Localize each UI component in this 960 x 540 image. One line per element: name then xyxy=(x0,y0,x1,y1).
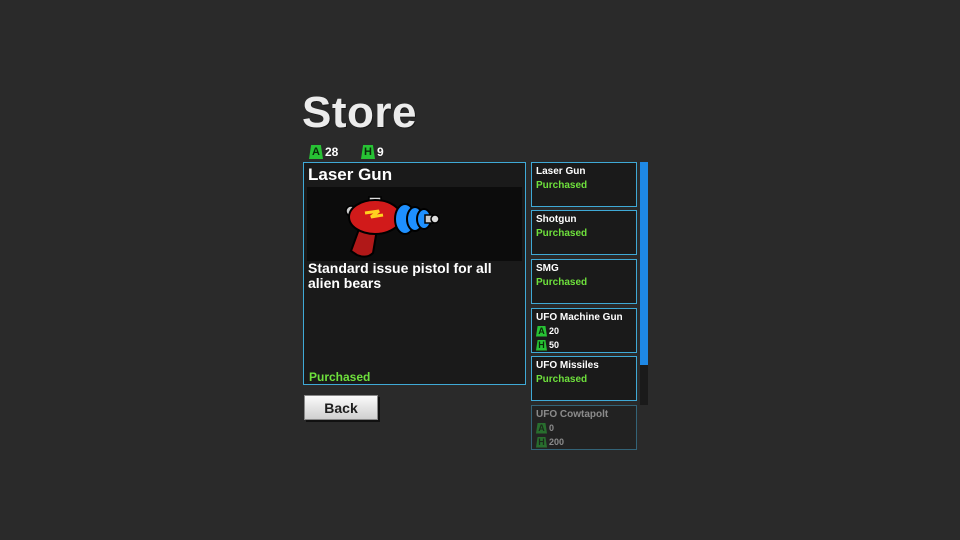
detail-status: Purchased xyxy=(309,370,371,384)
item-price-a: A 20 xyxy=(536,324,632,338)
price-a-value: 20 xyxy=(549,325,560,336)
detail-item-name: Laser Gun xyxy=(308,165,393,184)
item-status: Purchased xyxy=(536,228,588,239)
item-name: UFO Missiles xyxy=(536,360,599,371)
list-scrollbar[interactable] xyxy=(640,162,648,405)
a-currency-counter: A 28 xyxy=(309,145,338,159)
store-item-ufo-cowtapolt[interactable]: UFO Cowtapolt A 0 H 200 xyxy=(531,405,637,450)
item-name: Laser Gun xyxy=(536,166,586,177)
detail-description: Standard issue pistol for all alien bear… xyxy=(308,260,492,291)
price-a-value: 0 xyxy=(549,422,555,433)
store-item-ufo-machine-gun[interactable]: UFO Machine Gun A 20 H 50 xyxy=(531,308,637,353)
laser-gun-icon xyxy=(345,196,440,258)
h-currency-value: 9 xyxy=(377,145,384,159)
item-price-h: H 50 xyxy=(536,338,632,352)
price-h-value: 50 xyxy=(549,339,560,350)
a-currency-icon: A xyxy=(536,325,547,337)
item-name: SMG xyxy=(536,263,559,274)
h-currency-icon: H xyxy=(361,145,375,159)
store-item-shotgun[interactable]: Shotgun Purchased xyxy=(531,210,637,255)
scrollbar-thumb[interactable] xyxy=(640,162,648,365)
price-h-value: 200 xyxy=(549,436,565,447)
h-currency-counter: H 9 xyxy=(361,145,384,159)
item-name: Shotgun xyxy=(536,214,577,225)
page-title: Store xyxy=(302,88,417,137)
item-status: Purchased xyxy=(536,374,588,385)
back-button[interactable]: Back xyxy=(304,395,378,420)
store-item-ufo-missiles[interactable]: UFO Missiles Purchased xyxy=(531,356,637,401)
item-status: Purchased xyxy=(536,180,588,191)
item-name: UFO Cowtapolt xyxy=(536,409,609,420)
store-screen: Store A 28 H 9 Laser Gun Standard issue … xyxy=(0,0,960,540)
laser-gun-image xyxy=(307,187,522,261)
item-price-h: H 200 xyxy=(536,435,632,449)
a-currency-value: 28 xyxy=(325,145,339,159)
a-currency-icon: A xyxy=(536,422,547,434)
h-currency-icon: H xyxy=(536,436,547,448)
item-status: Purchased xyxy=(536,277,588,288)
store-item-smg[interactable]: SMG Purchased xyxy=(531,259,637,304)
h-currency-icon: H xyxy=(536,339,547,351)
store-item-laser-gun[interactable]: Laser Gun Purchased xyxy=(531,162,637,207)
item-detail-panel: Laser Gun Standard issue pistol for all … xyxy=(303,162,526,385)
item-name: UFO Machine Gun xyxy=(536,312,623,323)
item-price-a: A 0 xyxy=(536,421,632,435)
a-currency-icon: A xyxy=(309,145,323,159)
